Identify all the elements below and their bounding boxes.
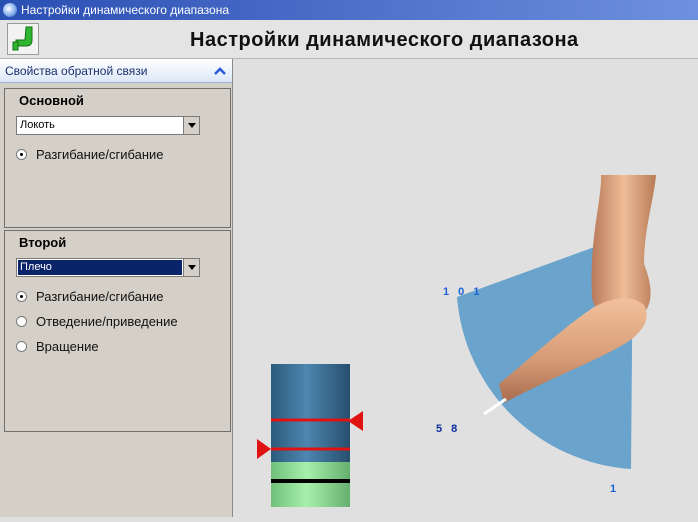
dropdown-arrow-icon[interactable] <box>183 259 199 276</box>
radio-button[interactable] <box>16 341 27 352</box>
secondary-joint-select[interactable]: Плечо <box>16 258 200 277</box>
radio-button[interactable] <box>16 316 27 327</box>
radio-button-checked[interactable] <box>16 149 27 160</box>
window-title: Настройки динамического диапазона <box>21 3 229 17</box>
range-min-label: 1 <box>610 483 620 495</box>
secondary-group-title: Второй <box>19 235 67 250</box>
dropdown-arrow-icon[interactable] <box>183 117 199 134</box>
lower-limit-marker[interactable] <box>257 439 271 459</box>
window-titlebar[interactable]: Настройки динамического диапазона <box>0 0 698 20</box>
secondary-motion-flexion-label: Разгибание/сгибание <box>36 289 164 304</box>
page-header: Настройки динамического диапазона <box>0 20 698 59</box>
chevron-up-icon[interactable] <box>212 63 228 79</box>
upper-limit-marker[interactable] <box>348 411 363 431</box>
current-value-label: 5 8 <box>436 423 461 435</box>
feedback-properties-header[interactable]: Свойства обратной связи <box>0 59 232 83</box>
primary-motion-flexion-label: Разгибание/сгибание <box>36 147 164 162</box>
feedback-properties-title: Свойства обратной связи <box>5 64 148 78</box>
secondary-group: Второй Плечо Разгибание/сгибание Отведен… <box>4 230 231 432</box>
primary-group-title: Основной <box>19 93 84 108</box>
feedback-properties-panel: Свойства обратной связи Основной Локоть … <box>0 59 233 517</box>
radio-button-checked[interactable] <box>16 291 27 302</box>
page-title: Настройки динамического диапазона <box>190 29 579 51</box>
position-indicator <box>483 397 507 416</box>
primary-joint-select[interactable]: Локоть <box>16 116 200 135</box>
secondary-joint-value: Плечо <box>18 260 182 275</box>
secondary-motion-abduction-label: Отведение/приведение <box>36 314 178 329</box>
range-visualization: 1 0 1 5 8 1 <box>234 59 698 517</box>
arm-logo-icon[interactable] <box>7 23 39 55</box>
primary-group: Основной Локоть Разгибание/сгибание <box>4 88 231 228</box>
primary-joint-value: Локоть <box>20 119 55 131</box>
secondary-motion-rotation-label: Вращение <box>36 339 99 354</box>
range-max-label: 1 0 1 <box>443 286 483 298</box>
app-icon <box>3 3 17 17</box>
range-gauge <box>271 364 350 507</box>
